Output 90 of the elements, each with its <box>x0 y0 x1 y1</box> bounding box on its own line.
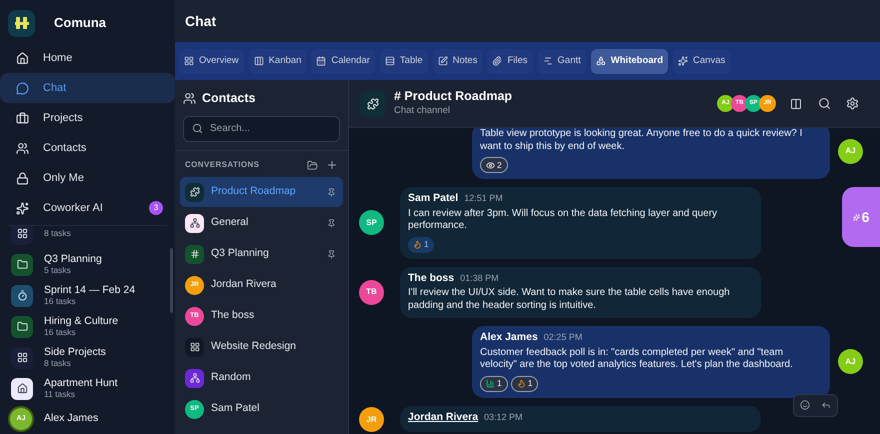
panel-title: Contacts <box>202 90 256 107</box>
author-name[interactable]: Jordan Rivera <box>408 410 478 424</box>
sparkles-icon <box>678 56 688 66</box>
nav-item[interactable]: Chat <box>0 73 175 103</box>
reaction-chip[interactable]: 2 <box>480 157 508 173</box>
chat-icon <box>16 82 29 94</box>
nav-item[interactable]: Coworker AI 3 <box>0 193 175 223</box>
message-text: I can review after 3pm. Will focus on the data fetching layer and query performance. <box>408 208 718 232</box>
folder-icon[interactable] <box>307 160 318 170</box>
sparkles-icon <box>852 214 860 220</box>
count-badge: 3 <box>149 201 163 215</box>
emoji-icon[interactable] <box>800 400 810 410</box>
search-field[interactable]: Search... <box>183 116 340 142</box>
puzzle-icon <box>360 90 386 116</box>
author-name: Alex James <box>480 331 538 344</box>
nav-item[interactable]: Projects <box>0 103 175 133</box>
pin-icon[interactable] <box>327 250 336 258</box>
user-avatar: SP <box>359 210 384 236</box>
project-item[interactable]: Q3 Planning 5 tasks <box>0 249 175 280</box>
project-item[interactable]: 8 tasks <box>0 226 175 249</box>
add-icon[interactable] <box>326 159 338 171</box>
message-time: 12:51 PM <box>464 192 503 205</box>
user-avatar: AJ <box>838 138 863 164</box>
view-tab[interactable]: Overview <box>179 48 244 74</box>
lock-icon <box>16 172 29 184</box>
view-tab[interactable]: Table <box>380 48 428 74</box>
reaction-chip[interactable]: 1 <box>408 236 434 252</box>
conversation-item[interactable]: Product Roadmap <box>180 177 343 207</box>
pin-icon[interactable] <box>327 188 336 196</box>
home-icon <box>16 52 29 64</box>
fire-icon <box>516 379 526 388</box>
people-icon <box>16 142 29 154</box>
view-tab[interactable]: Gantt <box>538 48 586 74</box>
sparkles-icon <box>16 202 29 214</box>
paperclip-icon <box>492 56 502 66</box>
search-icon[interactable] <box>818 97 831 110</box>
reaction-chip[interactable]: 1 <box>480 376 508 392</box>
calendar-icon <box>316 56 326 66</box>
section-label: CONVERSATIONS <box>185 159 260 171</box>
reaction-chip[interactable]: 1 <box>510 376 538 392</box>
conversation-item[interactable]: Random <box>180 363 343 393</box>
author-name[interactable]: Sam Patel <box>408 192 458 205</box>
bar-chart-icon <box>486 379 495 388</box>
view-tab[interactable]: Whiteboard <box>590 48 668 74</box>
message-text: I'll review the UI/UX side. Want to make sure the table cells have enough padding and the header sorting is intuitive. <box>408 287 731 312</box>
conversation-item[interactable]: Website Redesign <box>180 332 343 362</box>
reply-icon[interactable] <box>821 400 832 410</box>
project-item[interactable]: Sprint 14 — Feb 24 16 tasks <box>0 280 175 311</box>
app-name: Comuna <box>54 14 106 32</box>
nav-item[interactable]: Home <box>0 43 175 73</box>
fire-icon <box>413 240 422 249</box>
rows-icon <box>384 56 395 66</box>
user-avatar: TB <box>359 280 384 305</box>
panel-icon[interactable] <box>790 98 802 110</box>
app-logo <box>8 10 35 36</box>
view-tab[interactable]: Calendar <box>311 48 375 74</box>
settings-icon[interactable] <box>846 97 859 110</box>
gantt-icon <box>542 56 553 66</box>
conversation-item[interactable]: General <box>180 208 343 238</box>
project-item[interactable]: Hiring & Culture 16 tasks <box>0 311 175 342</box>
search-icon <box>192 122 203 134</box>
channel-title: # Product Roadmap <box>394 88 514 104</box>
grid-icon <box>184 56 194 66</box>
user-avatar: AJ <box>838 349 863 374</box>
message-time: 01:38 PM <box>460 272 499 284</box>
people-icon <box>183 92 196 104</box>
pin-icon[interactable] <box>327 218 336 228</box>
view-tab[interactable]: Canvas <box>673 48 730 74</box>
nav-item[interactable]: Only Me <box>0 163 175 193</box>
view-tab[interactable]: Notes <box>432 48 482 74</box>
view-tab[interactable]: Kanban <box>248 48 306 74</box>
message-time: 03:12 PM <box>484 410 523 424</box>
columns-icon <box>254 56 264 66</box>
user-avatar: JR <box>359 407 384 432</box>
message-text: Table view prototype is looking great. Anyone free to do a quick review? I want to ship this by end of week. <box>480 128 804 153</box>
channel-subtitle: Chat channel <box>394 104 451 118</box>
view-tab[interactable]: Files <box>487 48 533 74</box>
shapes-icon <box>596 56 606 66</box>
edit-icon <box>438 56 448 66</box>
page-title: Chat <box>185 12 216 30</box>
briefcase-icon <box>16 112 29 124</box>
eye-icon <box>486 160 495 170</box>
project-item[interactable]: Side Projects 8 tasks <box>0 342 175 373</box>
message-time: 02:25 PM <box>544 331 582 344</box>
author-name[interactable]: The boss <box>408 272 454 284</box>
message-text: Customer feedback poll is in: "cards completed per week" and "team velocity" are the top voted analytics features. Let's plan the dashboard. <box>480 346 794 372</box>
project-item[interactable]: Apartment Hunt 11 tasks <box>0 373 175 404</box>
conversation-item[interactable]: Q3 Planning <box>180 239 343 269</box>
user-name: Alex James <box>44 411 98 426</box>
nav-item[interactable]: Contacts <box>0 133 175 163</box>
